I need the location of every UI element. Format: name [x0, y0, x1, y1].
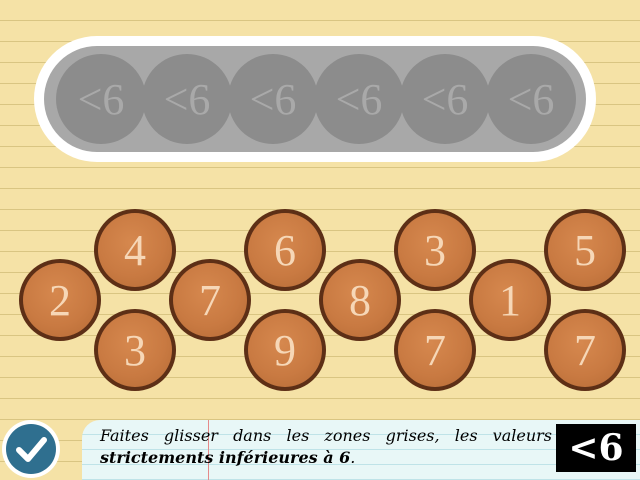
drop-slot[interactable]: <6	[228, 54, 318, 144]
condition-badge: <6	[556, 424, 636, 472]
drop-slot[interactable]: <6	[142, 54, 232, 144]
number-token[interactable]: 4	[94, 209, 176, 291]
drop-slot[interactable]: <6	[314, 54, 404, 144]
number-token-label: 9	[248, 313, 322, 387]
drop-tray-inner: <6 <6 <6 <6 <6 <6	[44, 46, 586, 152]
validate-button[interactable]	[2, 420, 60, 478]
number-token[interactable]: 7	[169, 259, 251, 341]
number-token[interactable]: 3	[94, 309, 176, 391]
number-token[interactable]: 2	[19, 259, 101, 341]
number-token-label: 5	[548, 213, 622, 287]
number-token[interactable]: 8	[319, 259, 401, 341]
drop-slot[interactable]: <6	[56, 54, 146, 144]
number-token[interactable]: 1	[469, 259, 551, 341]
number-token[interactable]: 5	[544, 209, 626, 291]
drop-slot[interactable]: <6	[486, 54, 576, 144]
number-token-label: 2	[23, 263, 97, 337]
instruction-bold: strictements inférieures à 6	[100, 448, 351, 467]
number-token[interactable]: 6	[244, 209, 326, 291]
number-token[interactable]: 9	[244, 309, 326, 391]
number-token[interactable]: 3	[394, 209, 476, 291]
drop-slot[interactable]: <6	[400, 54, 490, 144]
instruction-main: Faites glisser dans les zones grises, le…	[100, 426, 552, 445]
number-token-label: 4	[98, 213, 172, 287]
number-token[interactable]: 7	[544, 309, 626, 391]
number-token-label: 3	[398, 213, 472, 287]
instruction-text: Faites glisser dans les zones grises, le…	[100, 425, 552, 469]
checkmark-icon	[16, 437, 47, 462]
number-token-label: 7	[173, 263, 247, 337]
number-token-label: 6	[248, 213, 322, 287]
number-token-label: 8	[323, 263, 397, 337]
number-token[interactable]: 7	[394, 309, 476, 391]
validate-button-inner	[6, 424, 56, 474]
number-token-label: 1	[473, 263, 547, 337]
number-token-label: 7	[548, 313, 622, 387]
instruction-end: .	[350, 448, 356, 467]
number-token-label: 7	[398, 313, 472, 387]
number-token-label: 3	[98, 313, 172, 387]
drop-tray: <6 <6 <6 <6 <6 <6	[34, 36, 596, 162]
